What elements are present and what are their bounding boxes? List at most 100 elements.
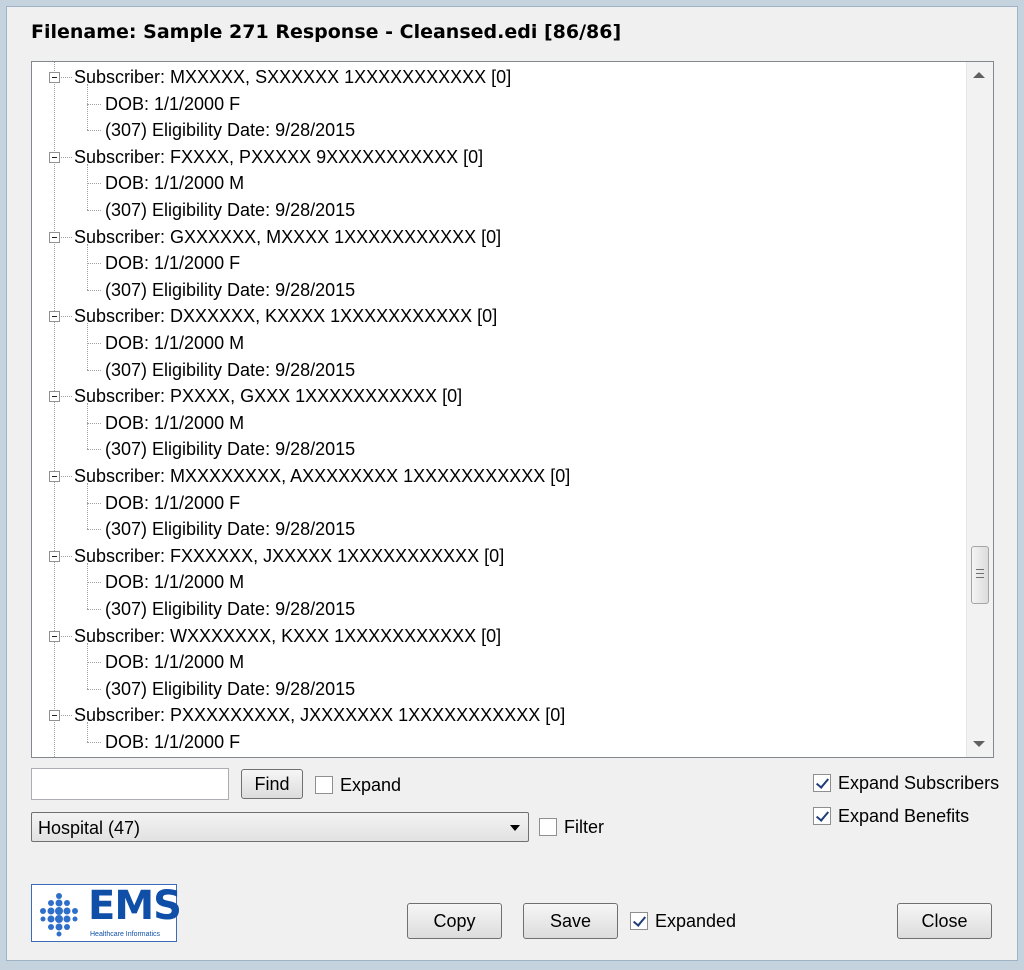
category-dropdown[interactable]: Hospital (47) — [31, 812, 529, 842]
tree-node-detail[interactable]: (307) Eligibility Date: 9/28/2015 — [105, 277, 355, 303]
tree-connector — [61, 237, 72, 238]
chevron-down-icon — [510, 825, 520, 831]
tree-connector — [87, 210, 101, 211]
tree-branch-line — [87, 244, 88, 290]
grip-line — [976, 573, 984, 574]
arrow-up-icon[interactable] — [973, 72, 985, 78]
arrow-down-icon[interactable] — [973, 741, 985, 747]
tree-node-detail[interactable]: DOB: 1/1/2000 M — [105, 170, 244, 196]
minus-box-icon[interactable] — [49, 311, 60, 322]
tree-node-subscriber[interactable]: Subscriber: FXXXX, PXXXXX 9XXXXXXXXXXX [… — [74, 144, 483, 170]
tree-connector — [87, 370, 101, 371]
search-input[interactable] — [31, 768, 229, 800]
tree-connector — [87, 503, 101, 504]
expanded-label: Expanded — [655, 911, 737, 931]
tree-node-subscriber[interactable]: Subscriber: GXXXXXX, MXXXX 1XXXXXXXXXXX … — [74, 224, 501, 250]
expand-subscribers-checkbox[interactable] — [813, 774, 831, 792]
minus-box-icon[interactable] — [49, 631, 60, 642]
minus-box-icon[interactable] — [49, 471, 60, 482]
tree-connector — [61, 77, 72, 78]
tree-branch-line — [87, 403, 88, 449]
tree-connector — [87, 742, 101, 743]
minus-box-icon[interactable] — [49, 710, 60, 721]
tree-node-detail[interactable]: (307) Eligibility Date: 9/28/2015 — [105, 676, 355, 702]
tree-node-detail[interactable]: DOB: 1/1/2000 M — [105, 649, 244, 675]
tree-connector — [61, 556, 72, 557]
tree-node-detail[interactable]: DOB: 1/1/2000 F — [105, 729, 240, 755]
tree-node-detail[interactable]: DOB: 1/1/2000 F — [105, 91, 240, 117]
minus-box-icon[interactable] — [49, 72, 60, 83]
tree-node-subscriber[interactable]: Subscriber: PXXXX, GXXX 1XXXXXXXXXXX [0] — [74, 383, 462, 409]
expand-subscribers-label: Expand Subscribers — [838, 773, 1000, 793]
tree-connector — [87, 423, 101, 424]
ems-logo: EMS Healthcare Informatics — [31, 883, 182, 942]
tree-node-detail[interactable]: (307) Eligibility Date: 9/28/2015 — [105, 197, 355, 223]
logo-mark-icon — [40, 893, 78, 937]
tree-connector — [87, 263, 101, 264]
tree-node-detail[interactable]: (307) Eligibility Date: 9/28/2015 — [105, 596, 355, 622]
tree-node-detail[interactable]: DOB: 1/1/2000 F — [105, 250, 240, 276]
window-title: Filename: Sample 271 Response - Cleansed… — [31, 21, 622, 43]
grip-line — [976, 577, 984, 578]
response-tree-view[interactable]: Subscriber: MXXXXX, SXXXXXX 1XXXXXXXXXXX… — [31, 61, 994, 758]
expand-label: Expand — [340, 775, 402, 795]
grip-line — [976, 569, 984, 570]
minus-box-icon[interactable] — [49, 152, 60, 163]
tree-connector — [61, 636, 72, 637]
tree-branch-line — [87, 483, 88, 529]
tree-node-subscriber[interactable]: Subscriber: DXXXXXX, KXXXX 1XXXXXXXXXXX … — [74, 303, 497, 329]
filter-label: Filter — [564, 817, 604, 837]
tree-branch-line — [87, 84, 88, 130]
close-button[interactable]: Close — [897, 903, 992, 939]
tree-branch-line — [87, 563, 88, 609]
copy-button[interactable]: Copy — [407, 903, 502, 939]
tree-branch-line — [87, 164, 88, 210]
expand-benefits-label: Expand Benefits — [838, 806, 970, 826]
tree-node-detail[interactable]: (307) Eligibility Date: 9/28/2015 — [105, 516, 355, 542]
tree-connector — [87, 609, 101, 610]
tree-connector — [87, 343, 101, 344]
tree-node-detail[interactable]: DOB: 1/1/2000 M — [105, 410, 244, 436]
tree-connector — [61, 316, 72, 317]
expand-checkbox[interactable] — [315, 776, 333, 794]
tree-connector — [61, 157, 72, 158]
tree-node-subscriber[interactable]: Subscriber: PXXXXXXXXX, JXXXXXXX 1XXXXXX… — [74, 702, 565, 728]
filter-checkbox[interactable] — [539, 818, 557, 836]
tree-connector — [87, 689, 101, 690]
tree-connector — [61, 476, 72, 477]
tree-node-subscriber[interactable]: Subscriber: FXXXXXX, JXXXXX 1XXXXXXXXXXX… — [74, 543, 504, 569]
tree-branch-line — [87, 643, 88, 689]
expand-benefits-checkbox[interactable] — [813, 807, 831, 825]
expanded-checkbox[interactable] — [630, 912, 648, 930]
save-button[interactable]: Save — [523, 903, 618, 939]
tree-content: Subscriber: MXXXXX, SXXXXXX 1XXXXXXXXXXX… — [32, 62, 968, 757]
minus-box-icon[interactable] — [49, 391, 60, 402]
tree-trunk-line — [54, 62, 55, 757]
tree-node-detail[interactable]: DOB: 1/1/2000 F — [105, 490, 240, 516]
minus-box-icon[interactable] — [49, 232, 60, 243]
tree-connector — [87, 183, 101, 184]
tree-node-detail[interactable]: (307) Eligibility Date: 9/28/2015 — [105, 357, 355, 383]
tree-branch-line — [87, 323, 88, 370]
tree-connector — [87, 130, 101, 131]
tree-vertical-scrollbar[interactable] — [966, 62, 993, 757]
tree-node-subscriber[interactable]: Subscriber: WXXXXXXX, KXXX 1XXXXXXXXXXX … — [74, 623, 501, 649]
find-button[interactable]: Find — [241, 769, 303, 799]
minus-box-icon[interactable] — [49, 551, 60, 562]
logo-subtext: Healthcare Informatics — [90, 931, 161, 938]
tree-node-detail[interactable]: (307) Eligibility Date: 9/28/2015 — [105, 117, 355, 143]
tree-connector — [87, 104, 101, 105]
tree-node-detail[interactable]: DOB: 1/1/2000 M — [105, 569, 244, 595]
eligibility-viewer-window: Filename: Sample 271 Response - Cleansed… — [6, 6, 1018, 961]
tree-connector — [87, 529, 101, 530]
tree-connector — [87, 449, 101, 450]
tree-connector — [87, 290, 101, 291]
scrollbar-thumb[interactable] — [971, 546, 989, 604]
dropdown-selected-value: Hospital (47) — [38, 818, 141, 838]
tree-node-subscriber[interactable]: Subscriber: MXXXXXXXX, AXXXXXXXX 1XXXXXX… — [74, 463, 570, 489]
tree-node-detail[interactable]: DOB: 1/1/2000 M — [105, 330, 244, 356]
tree-node-subscriber[interactable]: Subscriber: MXXXXX, SXXXXXX 1XXXXXXXXXXX… — [74, 64, 511, 90]
tree-connector — [61, 715, 72, 716]
tree-connector — [87, 582, 101, 583]
tree-node-detail[interactable]: (307) Eligibility Date: 9/28/2015 — [105, 436, 355, 462]
